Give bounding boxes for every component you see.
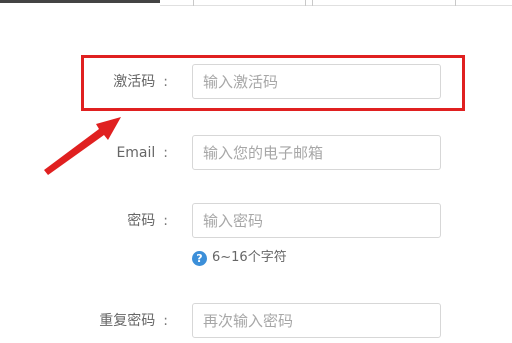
tab-separator [305,0,306,6]
confirm-password-input[interactable] [192,303,441,338]
password-label-text: 密码 [127,213,156,229]
active-tab-underline [0,0,160,3]
password-hint: ? 6~16个字符 [192,248,287,268]
email-row: Email: [0,135,512,175]
activation-code-row: 激活码: [0,64,512,104]
label-colon: : [163,313,168,329]
activation-code-input[interactable] [192,64,441,99]
tab-separator [312,0,313,6]
tab-separator [193,0,194,6]
confirm-password-row: 重复密码: [0,303,512,343]
password-hint-text: 6~16个字符 [212,250,287,265]
question-circle-icon: ? [192,250,207,266]
password-input[interactable] [192,203,441,238]
activation-code-label: 激活码: [113,64,168,100]
top-tab-strip [0,0,512,6]
tab-divider-line [160,5,512,6]
label-colon: : [163,74,168,90]
email-label-text: Email [116,145,156,161]
activation-code-label-text: 激活码 [113,74,156,90]
tab-separator [455,0,456,6]
email-label: Email: [116,135,168,171]
password-label: 密码: [127,203,168,239]
label-colon: : [163,213,168,229]
password-row: 密码: [0,203,512,243]
confirm-password-label-text: 重复密码 [99,313,156,329]
email-input[interactable] [192,135,441,170]
label-colon: : [163,145,168,161]
confirm-password-label: 重复密码: [99,303,168,339]
